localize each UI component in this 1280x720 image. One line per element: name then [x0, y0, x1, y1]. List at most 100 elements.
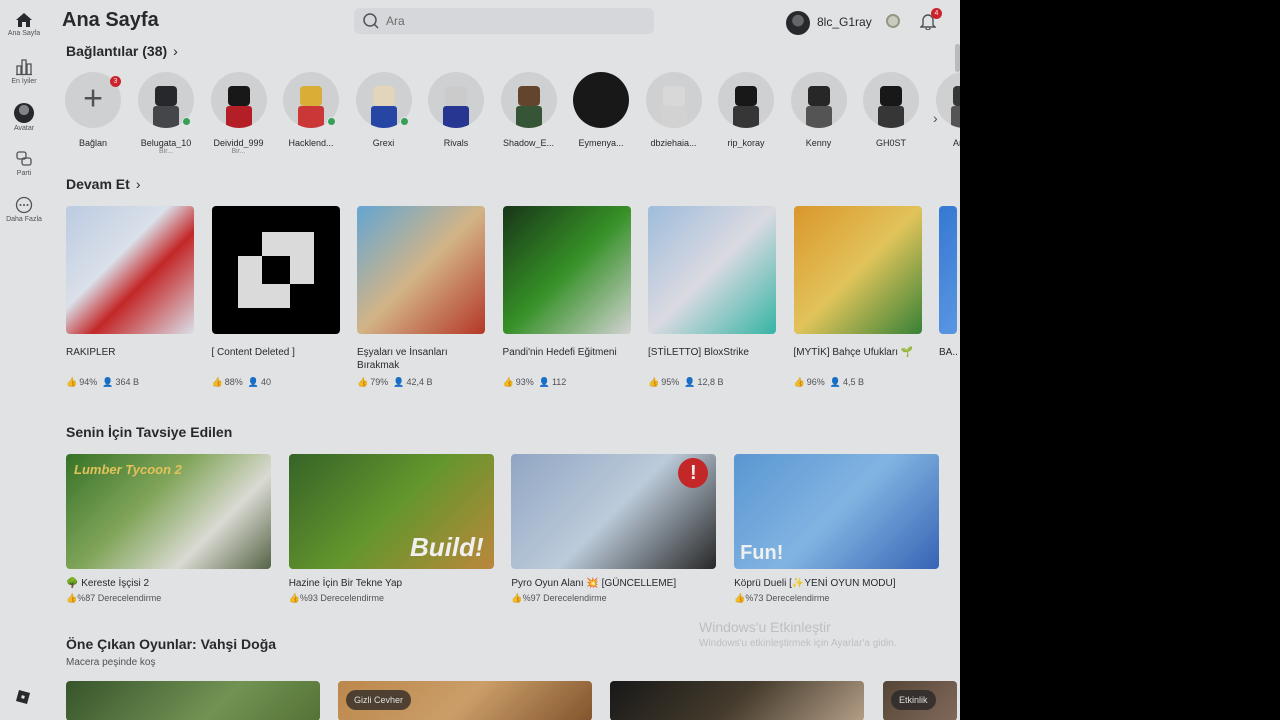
players-icon: 👤	[538, 377, 550, 387]
game-rating: 88%	[224, 377, 243, 387]
thumbs-up-icon: 👍	[66, 377, 78, 387]
game-players: 12,8 B	[697, 377, 724, 387]
home-icon	[16, 13, 32, 27]
game-card[interactable]: RAKIPLER 👍 94% 👤 364 B	[66, 206, 194, 388]
game-thumbnail	[357, 206, 485, 334]
featured-game-card[interactable]	[610, 681, 864, 720]
friend-item[interactable]: rip_koray	[714, 72, 778, 148]
chevron-right-icon: ›	[173, 43, 178, 59]
game-thumbnail	[66, 206, 194, 334]
chevron-right-icon: ›	[135, 176, 141, 192]
roblox-logo-icon[interactable]	[16, 690, 30, 709]
game-rating-text: %87 Derecelendirme	[77, 593, 162, 603]
username[interactable]: 8lc_G1ray	[817, 15, 872, 29]
game-players: 4,5 B	[842, 377, 864, 387]
friend-item[interactable]: Eymenya...	[569, 72, 633, 148]
continue-title: Devam Et	[66, 176, 130, 192]
avatar-icon	[14, 103, 34, 123]
sidebar-item-charts[interactable]: En İyiler	[0, 58, 48, 85]
friend-item[interactable]: Rivals	[424, 72, 488, 148]
search-bar[interactable]	[354, 8, 654, 34]
sidebar-item-label: Avatar	[13, 125, 35, 132]
friend-request-badge: 3	[110, 76, 121, 87]
connections-header[interactable]: Bağlantılar (38) ›	[66, 43, 178, 59]
game-title: [ Content Deleted ]	[211, 347, 295, 358]
avatar[interactable]	[786, 11, 810, 35]
game-card[interactable]: [STİLETTO] BloxStrike 👍 95% 👤 12,8 B	[648, 206, 776, 388]
featured-tag: Gizli Cevher	[346, 690, 412, 710]
friend-item[interactable]: GH0ST	[859, 72, 923, 148]
game-card[interactable]: [ Content Deleted ] 👍 88% 👤 40	[211, 206, 340, 388]
friend-name: Am...	[952, 138, 960, 148]
game-stats: 👍 93% 👤 112	[503, 377, 631, 388]
friend-item[interactable]: Kenny	[787, 72, 851, 148]
friend-item[interactable]: Shadow_E...	[497, 72, 561, 148]
recommended-game-card[interactable]: Lumber Tycoon 2 🌳 Kereste İşçisi 2 👍%87 De…	[66, 454, 271, 604]
sidebar-item-avatar[interactable]: Avatar	[0, 103, 48, 132]
thumbs-up-icon: 👍	[288, 593, 300, 603]
game-rating: 👍%93 Derecelendirme	[289, 593, 494, 604]
friend-item[interactable]: Deividd_999 Bir...	[207, 72, 271, 155]
thumbs-up-icon: 👍	[734, 593, 746, 603]
sidebar-item-more[interactable]: Daha Fazla	[0, 196, 48, 223]
players-icon: 👤	[393, 377, 405, 387]
thumbs-up-icon: 👍	[793, 377, 805, 387]
recommended-game-card[interactable]: Fun! Köprü Dueli [✨YENİ OYUN MODU] 👍%73 De…	[734, 454, 940, 604]
game-players: 112	[551, 377, 567, 387]
featured-game-card[interactable]: Etkinlik	[883, 681, 957, 720]
online-status-dot	[399, 117, 409, 126]
game-thumbnail	[939, 206, 957, 334]
game-title: Pyro Oyun Alanı 💥 [GÜNCELLEME]	[511, 578, 677, 589]
featured-title: Öne Çıkan Oyunlar: Vahşi Doğa	[66, 636, 277, 652]
game-title: Hazine İçin Bir Tekne Yap	[288, 578, 403, 589]
friend-avatar	[428, 72, 484, 128]
game-stats: 👍 79% 👤 42,4 B	[357, 377, 485, 388]
game-card[interactable]: Eşyaları ve İnsanları Bırakmak 👍 79% 👤 42,4…	[357, 206, 485, 388]
activation-watermark-text: Windows'u etkinleştirmek için Ayarlar'a …	[699, 638, 897, 649]
robux-icon[interactable]	[886, 14, 900, 28]
featured-tag: Etkinlik	[891, 690, 936, 710]
friend-item[interactable]: dbziehaia...	[642, 72, 706, 148]
thumbs-up-icon: 👍	[66, 593, 78, 603]
friend-name: dbziehaia...	[650, 138, 697, 148]
featured-game-card[interactable]	[66, 681, 320, 720]
game-thumbnail	[793, 206, 922, 334]
activation-watermark-title: Windows'u Etkinleştir	[699, 619, 831, 635]
friend-name: Shadow_E...	[502, 138, 555, 148]
featured-game-card[interactable]: Gizli Cevher	[338, 681, 592, 720]
game-rating: 96%	[806, 377, 825, 387]
chevron-right-icon[interactable]: ›	[933, 110, 938, 126]
friend-avatar	[500, 72, 557, 128]
sidebar-item-home[interactable]: Ana Sayfa	[0, 12, 48, 37]
recommended-game-card[interactable]: Build! Hazine İçin Bir Tekne Yap 👍%93 Dere…	[288, 454, 494, 604]
game-title: Köprü Dueli [✨YENİ OYUN MODU]	[734, 578, 896, 589]
game-rating: 👍%87 Derecelendirme	[66, 593, 271, 604]
thumbnail-text: Fun!	[740, 542, 784, 564]
more-icon	[15, 196, 33, 214]
game-thumbnail: !	[511, 454, 717, 569]
players-icon: 👤	[829, 377, 841, 387]
game-rating: 95%	[661, 377, 680, 387]
game-card[interactable]: [MYTİK] Bahçe Ufukları 🌱 👍 96% 👤 4,5 B	[793, 206, 922, 388]
sidebar-item-party[interactable]: Parti	[0, 150, 48, 177]
sidebar-item-label: Ana Sayfa	[7, 30, 41, 37]
friend-item[interactable]: Grexi	[352, 72, 416, 148]
continue-header[interactable]: Devam Et ›	[66, 176, 140, 192]
black-background	[960, 0, 1280, 720]
thumbs-up-icon: 👍	[502, 377, 514, 387]
recommended-game-card[interactable]: ! Pyro Oyun Alanı 💥 [GÜNCELLEME] 👍%97 Dere…	[511, 454, 717, 604]
game-stats: 👍 96% 👤 4,5 B	[794, 377, 922, 388]
game-rating: 👍%97 Derecelendirme	[511, 593, 716, 604]
game-card[interactable]: Pandi'nin Hedefi Eğitmeni 👍 93% 👤 112	[502, 206, 631, 388]
game-thumbnail	[648, 206, 776, 334]
game-thumbnail: Fun!	[734, 454, 940, 569]
game-rating-text: %97 Derecelendirme	[522, 593, 607, 603]
search-input[interactable]	[386, 11, 636, 31]
friend-status: Bir...	[231, 148, 246, 155]
friend-item[interactable]: Hacklend...	[279, 72, 343, 148]
game-card[interactable]: BA...	[939, 206, 957, 372]
sidebar-item-label: Daha Fazla	[6, 216, 42, 223]
game-rating: 79%	[370, 377, 389, 387]
friend-item[interactable]: Belugata_10 Bir...	[134, 72, 198, 155]
game-thumbnail: Build!	[288, 454, 494, 569]
